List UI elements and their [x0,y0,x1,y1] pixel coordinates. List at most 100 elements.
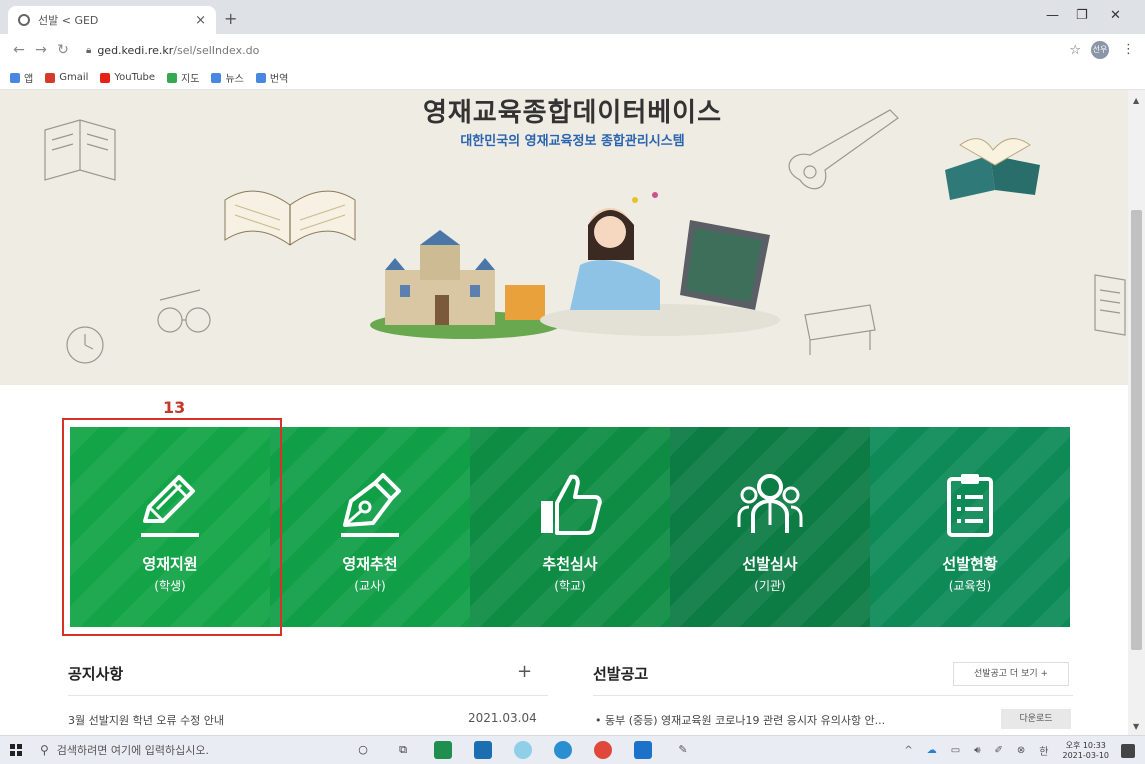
ime-indicator[interactable]: 한 [1039,743,1048,758]
notice-item-title[interactable]: 3월 선발지원 학년 오류 수정 안내 [68,712,224,728]
bookmarks-bar: 앱 Gmail YouTube 지도 뉴스 번역 [0,66,1145,90]
notification-center-icon[interactable] [1121,743,1135,758]
selection-more-button[interactable]: 선발공고 더 보기 + [953,662,1069,686]
mail-app-icon[interactable] [474,741,492,759]
divider [593,695,1073,696]
bookmark-favicon-icon [45,72,56,83]
bookmark-favicon-icon [167,72,178,83]
bookmark-favicon-icon [100,72,111,83]
tab-close-button[interactable]: × [195,13,206,28]
outlook-icon[interactable] [634,741,652,759]
banner-title: 영재교육종합데이터베이스 [422,98,723,128]
scroll-up-icon[interactable]: ▲ [1133,96,1139,105]
tile-recommend-review[interactable]: 추천심사 (학교) [470,427,670,627]
clipboard-icon [947,474,993,537]
url-path: /sel/selIndex.do [173,43,260,57]
pen-nib-icon [341,473,401,537]
tile-label: 선발현황 [942,555,998,573]
desk-sketch-icon [804,304,876,355]
tile-label: 추천심사 [542,555,598,573]
bookmark-item[interactable]: 번역 [255,70,289,85]
paper-sketch-icon [1094,274,1126,336]
tile-gifted-recommend[interactable]: 영재추천 (교사) [270,427,470,627]
bookmark-label: Gmail [59,72,89,83]
restore-icon[interactable]: ❐ [1076,8,1088,23]
tile-sub-label: (교사) [354,579,386,593]
tile-label: 영재추천 [342,555,398,573]
address-bar[interactable]: ged.kedi.re.kr/sel/selIndex.do [97,44,259,57]
system-tray: ^ ☁ ▭ 🔊︎ ✐ ⊗ 한 오후 10:33 2021-03-10 [890,736,1135,764]
browser-tab[interactable]: 선발 < GED × [8,6,216,34]
reload-icon[interactable]: ↻ [52,42,74,58]
paint-icon[interactable]: ✎ [674,741,692,759]
tile-sub-label: (교육청) [948,579,992,593]
taskbar-apps: ○ ⧉ ✎ [354,741,714,759]
page-viewport: 영재교육종합데이터베이스 대한민국의 영재교육정보 종합관리시스템 13 영재지… [0,90,1128,735]
clock-sketch-icon [66,326,104,364]
taskbar-clock[interactable]: 오후 10:33 2021-03-10 [1063,741,1110,761]
volume-icon[interactable]: 🔊︎ [974,745,980,756]
annotation-highlight-box [62,418,282,636]
tab-title: 선발 < GED [38,14,99,27]
divider [68,695,548,696]
selection-item-title[interactable]: • 동부 (중등) 영재교육원 코로나19 관련 응시자 유의사항 안... [595,712,885,728]
thumbs-up-icon [541,474,602,535]
bookmark-favicon-icon [10,72,20,83]
cortana-icon[interactable]: ○ [354,741,372,759]
network-icon[interactable]: ⊗ [1017,745,1025,756]
annotation-number: 13 [163,398,186,417]
edge-icon[interactable] [514,741,532,759]
new-tab-button[interactable]: + [224,9,237,28]
windows-taskbar: ⚲ 검색하려면 여기에 입력하십시오. ○ ⧉ ✎ ^ ☁ ▭ 🔊︎ ✐ ⊗ 한… [0,735,1145,764]
clock-date: 2021-03-10 [1062,750,1110,760]
bookmark-item[interactable]: YouTube [100,72,155,83]
taskbar-search-placeholder: 검색하려면 여기에 입력하십시오. [56,744,209,757]
browser-menu-icon[interactable]: ⋮ [1122,42,1135,57]
scroll-down-icon[interactable]: ▼ [1133,722,1139,731]
tile-selection-status[interactable]: 선발현황 (교육청) [870,427,1070,627]
ie-icon[interactable] [554,741,572,759]
bookmark-favicon-icon [211,72,222,83]
selection-heading: 선발공고 [593,665,649,683]
chrome-icon[interactable] [594,741,612,759]
battery-icon[interactable]: ▭ [951,745,960,756]
bookmark-label: 지도 [181,74,200,85]
browser-toolbar: ← → ↻ 🔒︎ ged.kedi.re.kr/sel/selIndex.do … [0,34,1145,66]
bookmark-item[interactable]: Gmail [45,72,88,83]
minimize-icon[interactable]: — [1046,8,1059,23]
bookmark-label: 번역 [269,74,289,85]
forward-icon[interactable]: → [30,42,52,58]
bookmark-item[interactable]: 지도 [167,70,199,85]
browser-tabstrip: 선발 < GED × + — ❐ ✕ [0,0,1145,34]
windows-start-icon[interactable] [10,744,22,756]
back-icon[interactable]: ← [8,42,30,58]
open-book-icon [224,190,356,246]
close-window-icon[interactable]: ✕ [1110,8,1121,23]
bookmark-star-icon[interactable]: ☆ [1069,43,1081,58]
castle-illustration-icon [370,230,560,339]
notice-item-date: 2021.03.04 [468,711,537,725]
tile-label: 선발심사 [742,555,798,573]
url-host: ged.kedi.re.kr [97,43,174,57]
bookmark-item[interactable]: 앱 [10,70,33,85]
bookmark-label: YouTube [114,72,156,83]
globe-icon [18,14,30,26]
tile-selection-review[interactable]: 선발심사 (기관) [670,427,870,627]
tile-sub-label: (학교) [554,579,586,593]
profile-avatar[interactable]: 선우 [1091,41,1109,59]
notice-more-button[interactable]: + [517,661,532,682]
taskbar-search-input[interactable]: ⚲ 검색하려면 여기에 입력하십시오. [40,742,310,758]
tray-expand-icon[interactable]: ^ [904,745,912,756]
glasses-sketch-icon [157,289,211,333]
page-scrollbar[interactable]: ▲ ▼ [1128,90,1145,735]
download-button[interactable]: 다운로드 [1001,709,1071,729]
people-icon [737,474,803,533]
store-icon[interactable] [434,741,452,759]
student-laptop-illustration-icon [540,192,780,336]
onedrive-icon[interactable]: ☁ [927,745,937,756]
lock-icon[interactable]: 🔒︎ [86,45,91,56]
bookmark-item[interactable]: 뉴스 [211,70,244,85]
task-view-icon[interactable]: ⧉ [394,741,412,759]
scrollbar-thumb[interactable] [1131,210,1142,650]
pen-icon[interactable]: ✐ [995,745,1003,756]
